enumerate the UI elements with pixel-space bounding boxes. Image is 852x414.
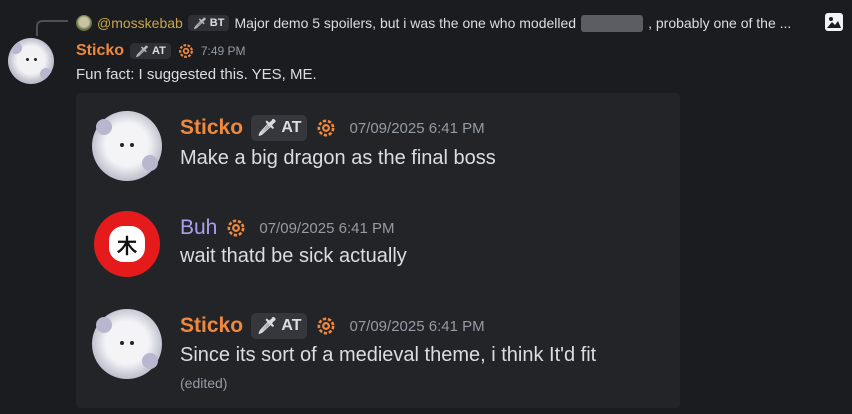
reply-text-after[interactable]: , probably one of the ...: [648, 15, 791, 31]
embed-timestamp: 07/09/2025 6:41 PM: [259, 219, 395, 237]
avatar-eye: [130, 341, 134, 345]
reply-tag: 🗡 BT: [187, 15, 230, 31]
embed-message-header: Buh 07/09/2025 6:41 PM: [180, 214, 394, 242]
sword-icon: 🗡: [257, 120, 278, 137]
avatar-eye: [26, 58, 29, 61]
gear-icon[interactable]: [177, 42, 195, 60]
spoiler-block[interactable]: [581, 14, 644, 32]
avatar-flower-decoration: [96, 119, 112, 135]
embed-message-text: wait thatd be sick actually: [180, 245, 407, 267]
reply-avatar[interactable]: [76, 15, 92, 31]
avatar-flower-decoration: [40, 68, 52, 80]
reply-username[interactable]: @mosskebab: [97, 15, 183, 31]
server-tag-label: AT: [281, 317, 302, 334]
embed-avatar[interactable]: [92, 309, 162, 379]
sword-icon: 🗡: [192, 17, 207, 30]
embed-message-text: Make a big dragon as the final boss: [180, 147, 496, 169]
embed-timestamp: 07/09/2025 6:41 PM: [349, 317, 485, 335]
message-header: Sticko 🗡 AT 7:49 PM: [76, 40, 246, 62]
avatar-logo: 木: [109, 226, 145, 262]
embed-username[interactable]: Buh: [180, 216, 217, 240]
server-tag-label: AT: [151, 45, 166, 57]
image-icon: [825, 13, 843, 31]
server-tag[interactable]: 🗡 AT: [251, 313, 308, 339]
sword-icon: 🗡: [135, 45, 149, 58]
server-tag-label: AT: [281, 119, 302, 136]
embed-avatar[interactable]: [92, 111, 162, 181]
embed-username[interactable]: Sticko: [180, 116, 243, 140]
username[interactable]: Sticko: [76, 42, 124, 60]
server-tag[interactable]: 🗡 AT: [251, 115, 308, 141]
embed-avatar[interactable]: 木: [94, 211, 160, 277]
embed-username[interactable]: Sticko: [180, 314, 243, 338]
avatar-eye: [34, 58, 37, 61]
reply-tag-label: BT: [209, 17, 225, 29]
avatar-flower-decoration: [96, 317, 112, 333]
reply-connector: [36, 20, 68, 36]
avatar-eye: [120, 341, 124, 345]
sword-icon: 🗡: [257, 318, 278, 335]
forwarded-messages-card: Sticko 🗡 AT 07/09/2025 6:41 PM Make a bi…: [76, 93, 680, 408]
gear-icon[interactable]: [315, 117, 337, 139]
reply-text-before[interactable]: Major demo 5 spoilers, but i was the one…: [234, 15, 576, 31]
avatar-eye: [120, 143, 124, 147]
avatar-flower-decoration: [142, 155, 158, 171]
embed-message-text: Since its sort of a medieval theme, i th…: [180, 344, 597, 366]
timestamp[interactable]: 7:49 PM: [201, 44, 246, 58]
gear-icon[interactable]: [315, 315, 337, 337]
message-text: Fun fact: I suggested this. YES, ME.: [76, 66, 317, 83]
avatar-flower-decoration: [142, 353, 158, 369]
gear-icon[interactable]: [225, 217, 247, 239]
avatar[interactable]: [8, 38, 54, 84]
embed-message-header: Sticko 🗡 AT 07/09/2025 6:41 PM: [180, 312, 485, 340]
embed-message-header: Sticko 🗡 AT 07/09/2025 6:41 PM: [180, 114, 485, 142]
server-tag[interactable]: 🗡 AT: [130, 43, 171, 59]
embed-timestamp: 07/09/2025 6:41 PM: [349, 119, 485, 137]
avatar-eye: [130, 143, 134, 147]
edited-label: (edited): [180, 375, 228, 391]
reply-preview[interactable]: @mosskebab 🗡 BT Major demo 5 spoilers, b…: [76, 12, 791, 34]
avatar-flower-decoration: [10, 42, 22, 54]
